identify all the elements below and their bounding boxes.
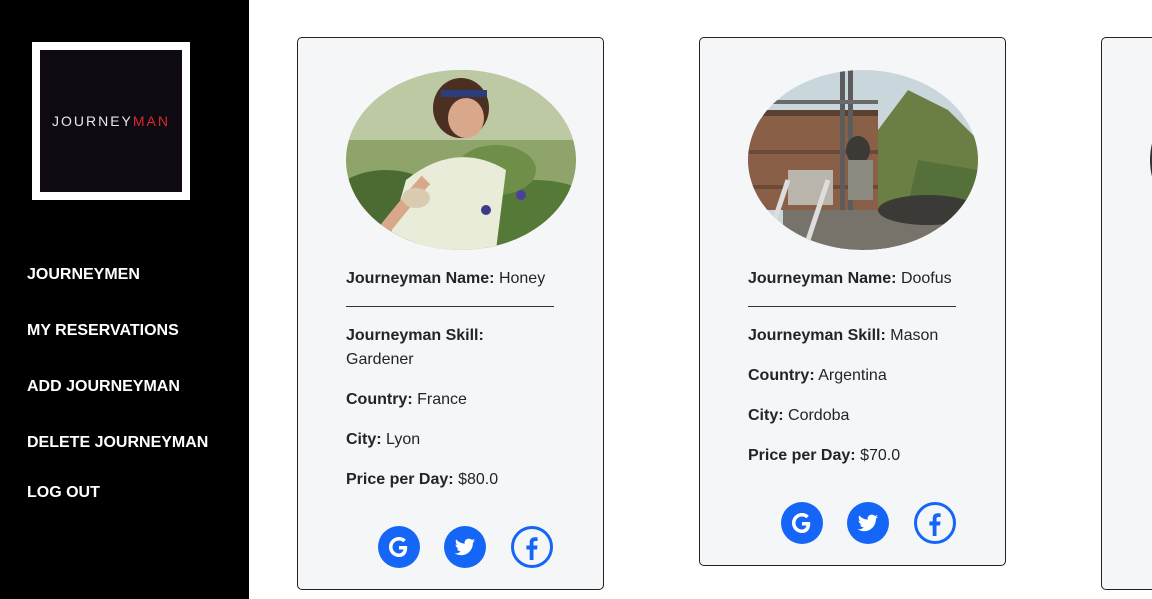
city-label: City: (346, 431, 382, 448)
country-value: France (417, 391, 467, 408)
main-content: Journeyman Name: Honey Journeyman Skill:… (249, 0, 1152, 599)
country-field: Country: Argentina (748, 364, 960, 388)
journeyman-skill-field: Journeyman Skill: Mason (748, 324, 960, 348)
journeyman-name-field: Journeyman Name: Honey (346, 267, 558, 291)
journeyman-name-field: Journeyman Name: Doofus (748, 267, 960, 291)
city-value: Cordoba (788, 407, 850, 424)
country-field: Country: France (346, 388, 558, 412)
sidebar: JOURNEY MAN JOURNEYMEN MY RESERVATIONS AD… (0, 0, 249, 599)
nav-item-my-reservations[interactable]: MY RESERVATIONS (27, 322, 179, 340)
journeyman-name: Honey (498, 270, 546, 287)
price-field: Price per Day: $80.0 (346, 468, 558, 492)
skill-label: Journeyman Skill: (346, 327, 484, 344)
nav-item-log-out[interactable]: LOG OUT (27, 484, 100, 502)
price-label: Price per Day: (346, 471, 454, 488)
journeyman-card-partial (1101, 37, 1152, 590)
divider (748, 306, 956, 307)
journeyman-skill: Mason (890, 327, 939, 344)
name-label: Journeyman Name: (346, 270, 495, 287)
country-value: Argentina (818, 367, 887, 384)
journeyman-photo-gardener (346, 70, 576, 250)
nav-item-journeymen[interactable]: JOURNEYMEN (27, 266, 140, 284)
journeyman-card: Journeyman Name: Doofus Journeyman Skill… (699, 37, 1006, 566)
price-label: Price per Day: (748, 447, 856, 464)
divider (346, 306, 554, 307)
logo-text-man: MAN (132, 113, 171, 129)
journeyman-card: Journeyman Name: Honey Journeyman Skill:… (297, 37, 604, 590)
city-field: City: Cordoba (748, 404, 960, 428)
journeyman-name: Doofus (900, 270, 952, 287)
twitter-icon[interactable] (444, 526, 486, 568)
name-label: Journeyman Name: (748, 270, 897, 287)
city-label: City: (748, 407, 784, 424)
google-icon[interactable] (378, 526, 420, 568)
nav-item-delete-journeyman[interactable]: DELETE JOURNEYMAN (27, 434, 208, 452)
price-field: Price per Day: $70.0 (748, 444, 960, 468)
price-value: $70.0 (860, 447, 901, 464)
city-value: Lyon (386, 431, 421, 448)
twitter-icon[interactable] (847, 502, 889, 544)
facebook-icon[interactable] (914, 502, 956, 544)
journeyman-photo-mason (748, 70, 978, 250)
city-field: City: Lyon (346, 428, 558, 452)
price-value: $80.0 (458, 471, 499, 488)
journeyman-skill: Gardener (346, 351, 414, 368)
logo-text-journey: JOURNEY (51, 113, 133, 129)
journeyman-skill-field: Journeyman Skill: Gardener (346, 324, 558, 372)
facebook-icon[interactable] (511, 526, 553, 568)
country-label: Country: (346, 391, 413, 408)
skill-label: Journeyman Skill: (748, 327, 886, 344)
nav-item-add-journeyman[interactable]: ADD JOURNEYMAN (27, 378, 180, 396)
google-icon[interactable] (781, 502, 823, 544)
country-label: Country: (748, 367, 815, 384)
journeyman-logo[interactable]: JOURNEY MAN (32, 42, 190, 200)
